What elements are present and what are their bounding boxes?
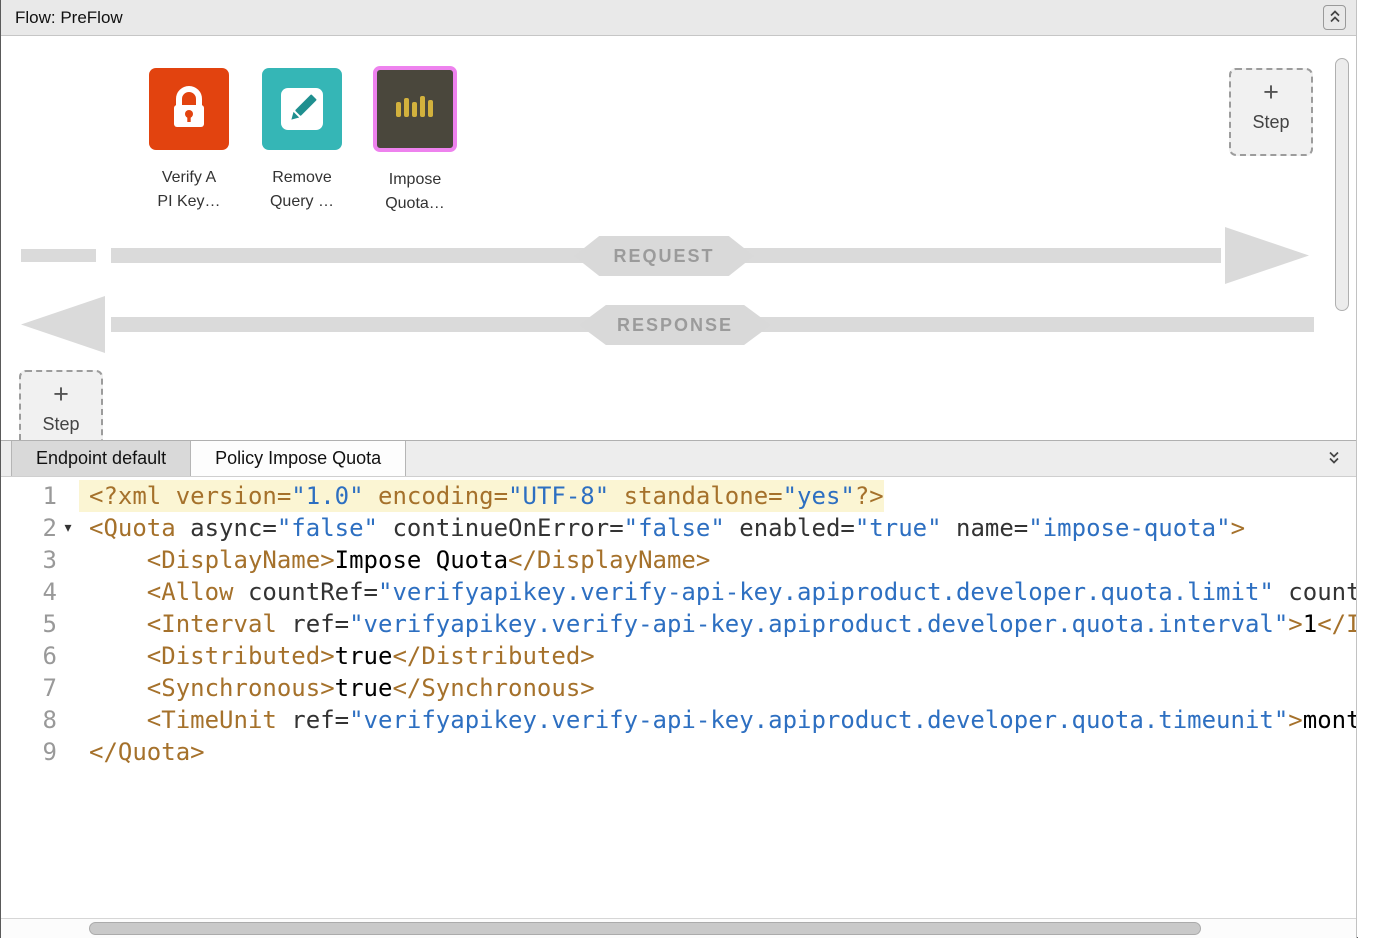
tab-endpoint-default[interactable]: Endpoint default: [11, 441, 191, 476]
gutter: 7: [1, 672, 79, 704]
plus-icon: +: [1263, 78, 1279, 106]
add-step-label: Step: [42, 414, 79, 435]
fold-spacer: [57, 672, 79, 704]
plus-icon: +: [53, 380, 69, 408]
expand-editor-button[interactable]: [1322, 447, 1346, 471]
flow-vertical-scrollbar[interactable]: [1335, 56, 1349, 432]
line-number: 2: [1, 512, 57, 544]
step-label: Verify A PI Key…: [157, 166, 220, 214]
fold-spacer: [57, 480, 79, 512]
gutter: 5: [1, 608, 79, 640]
code-text: <Quota async="false" continueOnError="fa…: [79, 512, 1245, 544]
add-response-step-button[interactable]: + Step: [19, 370, 103, 440]
response-arrowhead-icon: [21, 296, 105, 353]
gutter: 1: [1, 480, 79, 512]
flow-canvas: Verify A PI Key…: [1, 36, 1356, 440]
editor-tab-bar: Endpoint default Policy Impose Quota: [1, 440, 1356, 477]
code-line-7: 7 <Synchronous>true</Synchronous>: [1, 672, 1356, 704]
line-number: 9: [1, 736, 57, 768]
request-policy-steps: Verify A PI Key…: [146, 68, 458, 216]
right-gutter: [1358, 0, 1392, 938]
fold-spacer: [57, 704, 79, 736]
code-text: <Synchronous>true</Synchronous>: [79, 672, 595, 704]
scrollbar-thumb[interactable]: [89, 922, 1201, 935]
editor-horizontal-scrollbar[interactable]: [1, 918, 1356, 938]
code-text: <Interval ref="verifyapikey.verify-api-k…: [79, 608, 1356, 640]
collapse-flow-button[interactable]: [1323, 5, 1346, 30]
code-line-4: 4 <Allow countRef="verifyapikey.verify-a…: [1, 576, 1356, 608]
fold-spacer: [57, 640, 79, 672]
code-text: <?xml version="1.0" encoding="UTF-8" sta…: [79, 480, 884, 512]
code-line-2: 2▾<Quota async="false" continueOnError="…: [1, 512, 1356, 544]
gutter: 2▾: [1, 512, 79, 544]
gutter: 4: [1, 576, 79, 608]
line-number: 6: [1, 640, 57, 672]
add-step-label: Step: [1252, 112, 1289, 133]
pencil-icon: [262, 68, 342, 150]
line-number: 7: [1, 672, 57, 704]
code-text: <DisplayName>Impose Quota</DisplayName>: [79, 544, 710, 576]
code-line-3: 3 <DisplayName>Impose Quota</DisplayName…: [1, 544, 1356, 576]
code-line-6: 6 <Distributed>true</Distributed>: [1, 640, 1356, 672]
code-line-1: 1 <?xml version="1.0" encoding="UTF-8" st…: [1, 480, 1356, 512]
flow-title: Flow: PreFlow: [15, 8, 123, 28]
main-column: Flow: PreFlow: [1, 0, 1357, 938]
bar-chart-icon: [373, 66, 457, 152]
flow-panel-header: Flow: PreFlow: [1, 0, 1356, 36]
step-label: Impose Quota…: [385, 168, 445, 216]
fold-spacer: [57, 576, 79, 608]
code-editor[interactable]: 1 <?xml version="1.0" encoding="UTF-8" st…: [1, 477, 1356, 938]
code-text: <Distributed>true</Distributed>: [79, 640, 595, 672]
response-arrow-label: RESPONSE: [579, 305, 771, 345]
code-line-9: 9 </Quota>: [1, 736, 1356, 768]
fold-toggle-icon[interactable]: ▾: [57, 512, 79, 544]
policy-step-impose-quota[interactable]: Impose Quota…: [372, 68, 458, 216]
line-number: 8: [1, 704, 57, 736]
gutter: 9: [1, 736, 79, 768]
double-chevron-up-icon: [1329, 9, 1341, 27]
code-lines: 1 <?xml version="1.0" encoding="UTF-8" st…: [1, 480, 1356, 768]
fold-spacer: [57, 544, 79, 576]
tab-policy-impose-quota[interactable]: Policy Impose Quota: [191, 441, 406, 476]
code-line-8: 8 <TimeUnit ref="verifyapikey.verify-api…: [1, 704, 1356, 736]
code-text: <TimeUnit ref="verifyapikey.verify-api-k…: [79, 704, 1356, 736]
code-text: </Quota>: [79, 736, 205, 768]
double-chevron-down-icon: [1328, 450, 1340, 468]
code-text: <Allow countRef="verifyapikey.verify-api…: [79, 576, 1356, 608]
gutter: 6: [1, 640, 79, 672]
step-label: Remove Query …: [270, 166, 334, 214]
add-request-step-button[interactable]: + Step: [1229, 68, 1313, 156]
code-line-5: 5 <Interval ref="verifyapikey.verify-api…: [1, 608, 1356, 640]
line-number: 3: [1, 544, 57, 576]
request-arrow-stub: [21, 249, 96, 262]
gutter: 8: [1, 704, 79, 736]
line-number: 5: [1, 608, 57, 640]
line-number: 4: [1, 576, 57, 608]
request-arrow-label: REQUEST: [574, 236, 754, 276]
scrollbar-thumb[interactable]: [1335, 58, 1349, 311]
fold-spacer: [57, 736, 79, 768]
apigee-flow-editor: Flow: PreFlow: [0, 0, 1392, 938]
request-arrowhead-icon: [1225, 227, 1309, 284]
policy-step-remove-query[interactable]: Remove Query …: [259, 68, 345, 216]
lock-icon: [149, 68, 229, 150]
gutter: 3: [1, 544, 79, 576]
fold-spacer: [57, 608, 79, 640]
line-number: 1: [1, 480, 57, 512]
policy-step-verify-api-key[interactable]: Verify A PI Key…: [146, 68, 232, 216]
